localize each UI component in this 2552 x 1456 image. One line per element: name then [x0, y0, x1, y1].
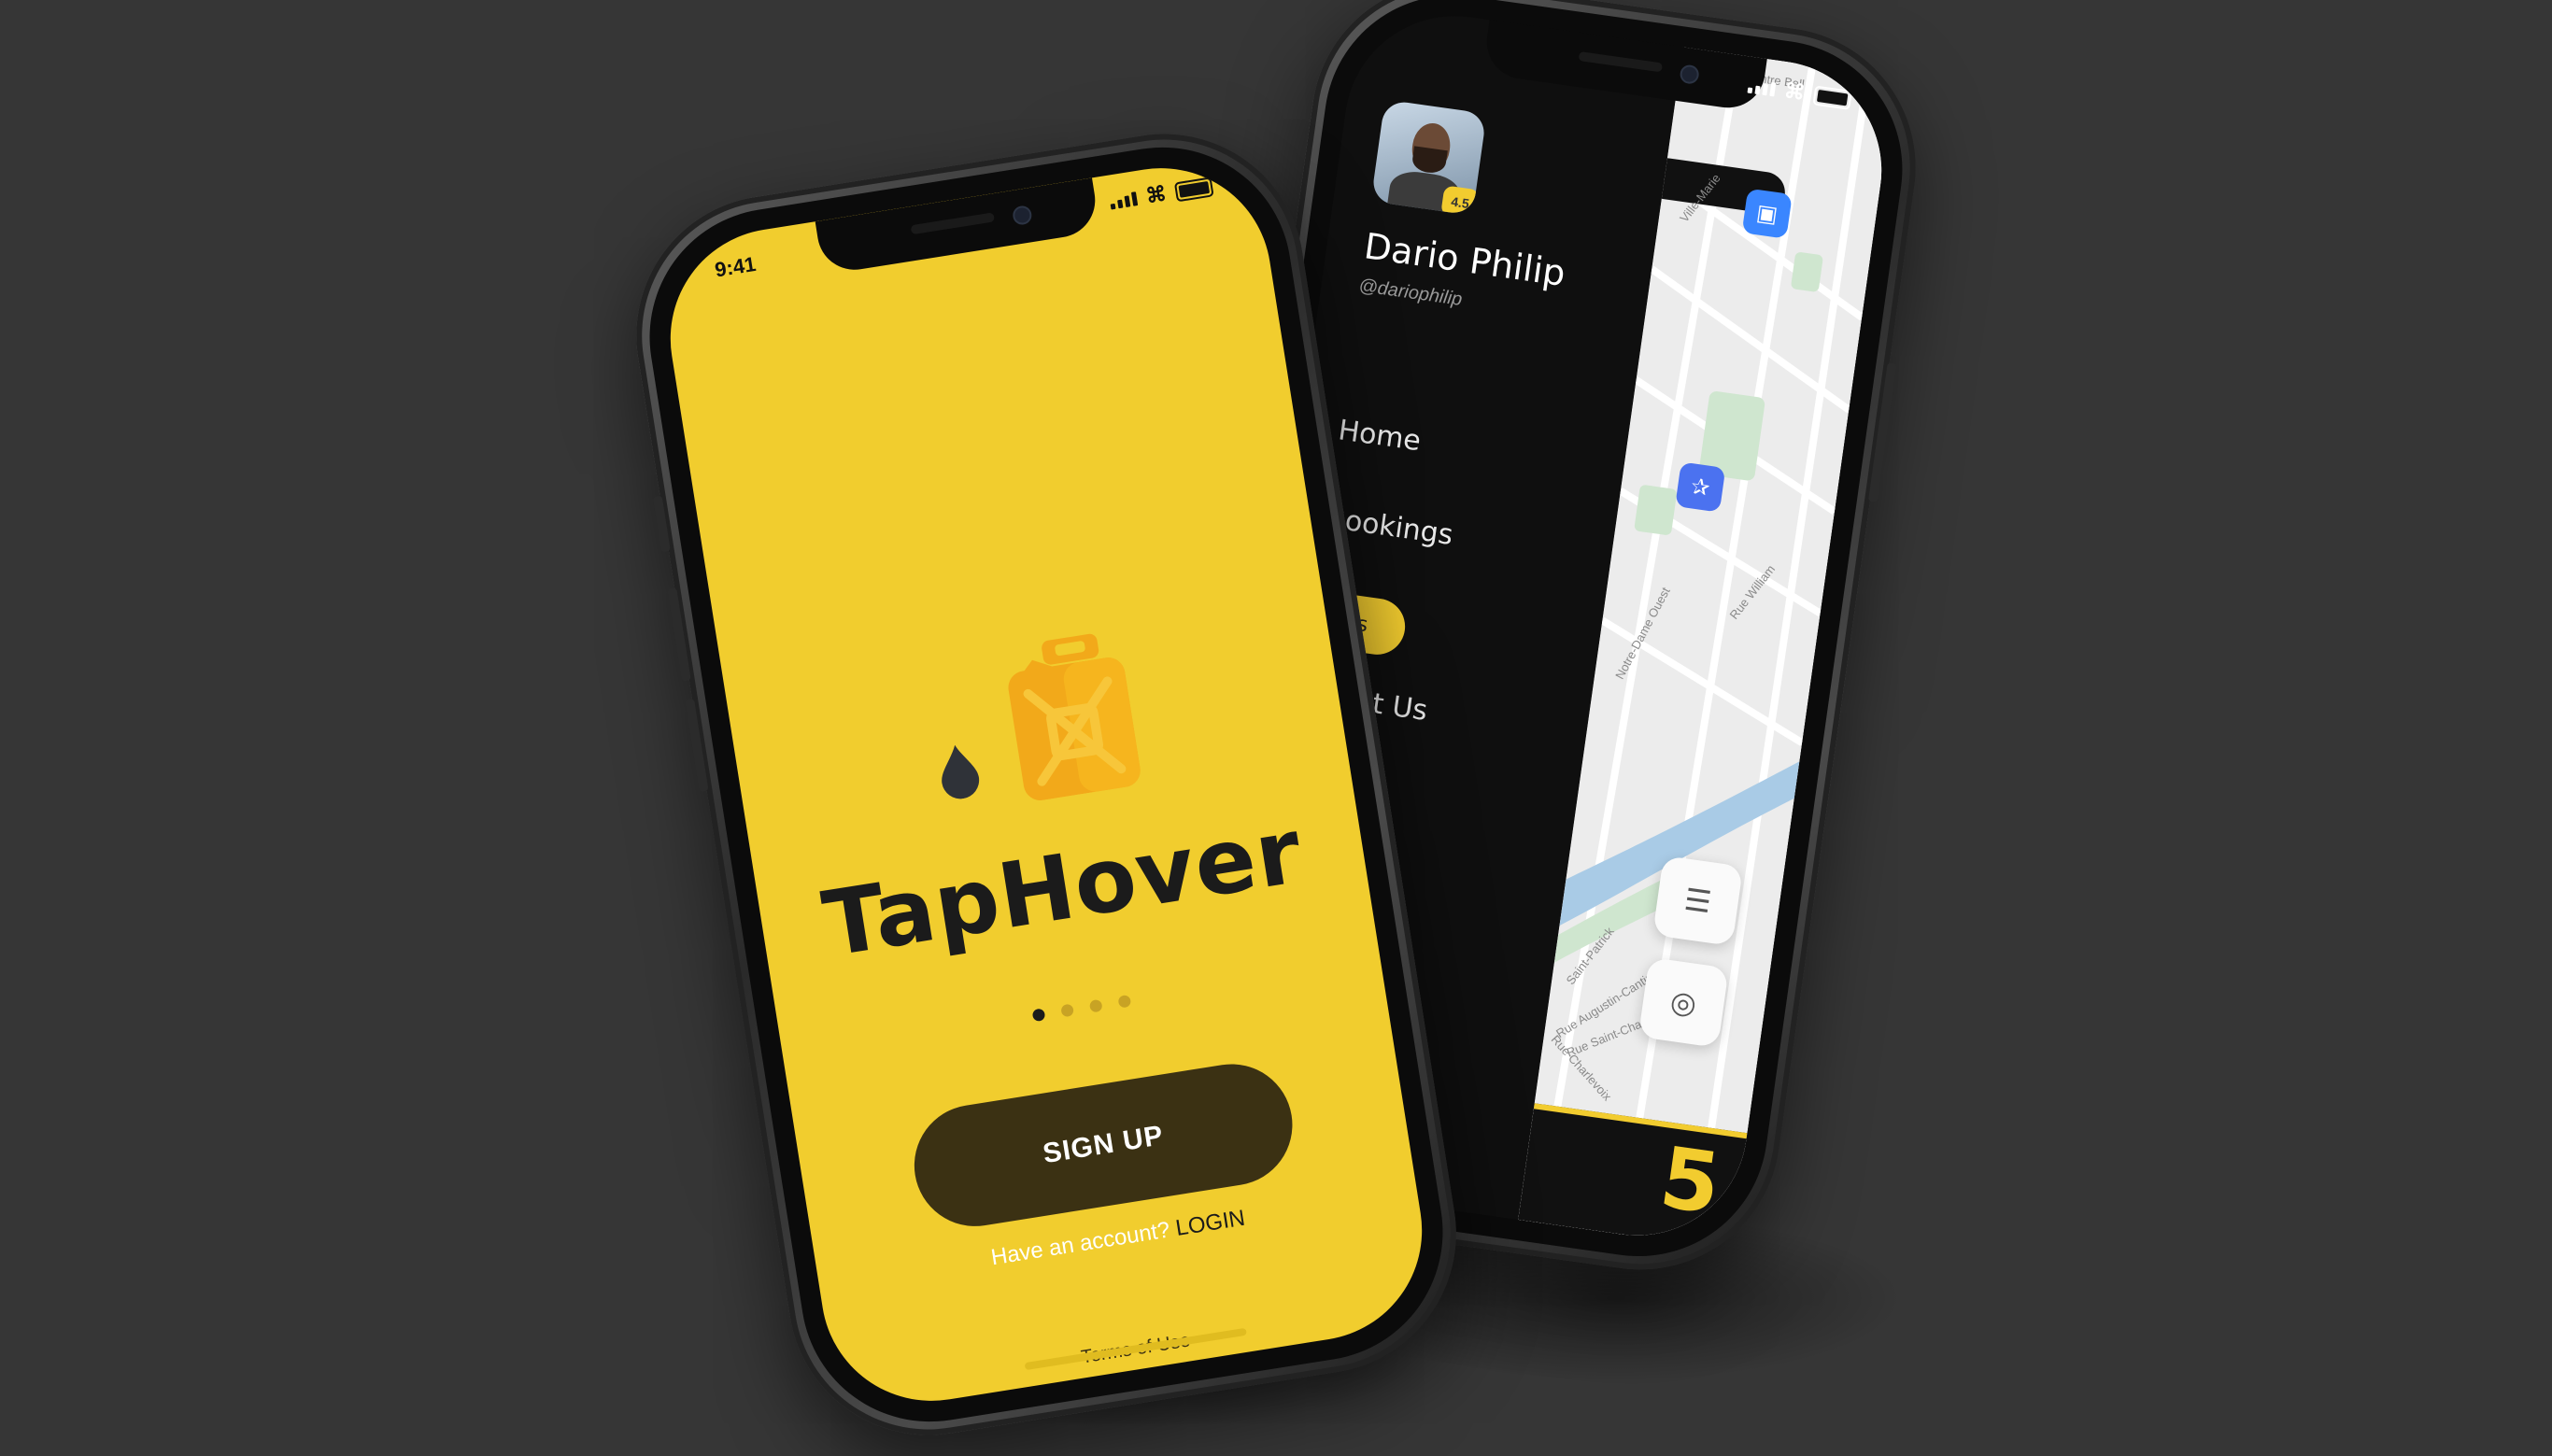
store-icon: ▣ [1754, 199, 1779, 228]
status-icons: ⌘ [1747, 74, 1853, 112]
profile-block: 4.5 Dario Philip @dariophilip [1357, 99, 1585, 325]
page-dot[interactable] [1060, 1003, 1075, 1018]
rating-badge: 4.5 [1440, 185, 1481, 216]
battery-icon [1173, 176, 1214, 202]
page-dot[interactable] [1031, 1008, 1046, 1023]
home-indicator [1024, 1327, 1247, 1371]
locate-target-icon: ◎ [1667, 983, 1699, 1022]
restaurant-icon: ✰ [1689, 473, 1712, 502]
login-link[interactable]: LOGIN [1174, 1206, 1247, 1241]
status-bar: 9:41 ⌘ [655, 152, 1262, 306]
page-dot[interactable] [1088, 998, 1103, 1013]
wifi-icon: ⌘ [1782, 78, 1807, 105]
fuel-can-icon [1008, 633, 1141, 800]
store-pin[interactable]: ▣ [1741, 188, 1793, 239]
filter-sliders-icon: ☰ [1681, 882, 1714, 920]
volume-button [685, 698, 709, 793]
signal-icon [1109, 191, 1139, 210]
status-icons: ⌘ [1108, 174, 1214, 214]
locate-button[interactable]: ◎ [1638, 956, 1729, 1048]
map-view[interactable]: Centre Bell Ville-Marie Rue William Notr… [1518, 47, 1896, 1251]
signal-icon [1747, 78, 1777, 96]
filter-button[interactable]: ☰ [1652, 855, 1744, 947]
volume-button [667, 587, 691, 682]
have-account-text: Have an account? [989, 1217, 1172, 1271]
oil-drop-icon [942, 744, 980, 799]
count-number: 5 [1654, 1128, 1726, 1235]
restaurant-pin[interactable]: ✰ [1675, 461, 1726, 513]
status-time: 9:41 [713, 251, 758, 282]
wifi-icon: ⌘ [1143, 181, 1169, 208]
volume-button [652, 495, 671, 553]
page-dot[interactable] [1117, 994, 1132, 1009]
battery-icon [1812, 85, 1852, 110]
menu-item-home[interactable]: Home [1328, 414, 1467, 519]
avatar[interactable]: 4.5 [1370, 99, 1487, 216]
